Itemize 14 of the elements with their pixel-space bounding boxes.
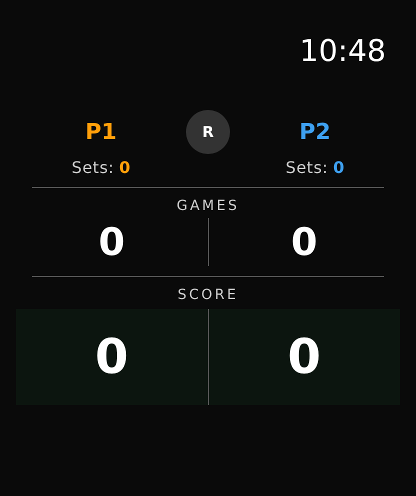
player-name: P1 bbox=[85, 120, 117, 144]
sets-count: 0 bbox=[119, 158, 130, 177]
reset-button[interactable]: R bbox=[186, 110, 230, 154]
score-label: SCORE bbox=[176, 287, 240, 303]
sets-label: Sets: bbox=[286, 158, 328, 177]
score-value: 0 bbox=[95, 329, 128, 385]
games-count: 0 bbox=[290, 220, 318, 264]
sets-count: 0 bbox=[333, 158, 344, 177]
games-label: GAMES bbox=[176, 198, 240, 214]
clock-time: 10:48 bbox=[300, 33, 386, 71]
games-count: 0 bbox=[98, 220, 126, 264]
score-value: 0 bbox=[288, 329, 321, 385]
sets-label: Sets: bbox=[72, 158, 114, 177]
player-name: P2 bbox=[299, 120, 331, 144]
